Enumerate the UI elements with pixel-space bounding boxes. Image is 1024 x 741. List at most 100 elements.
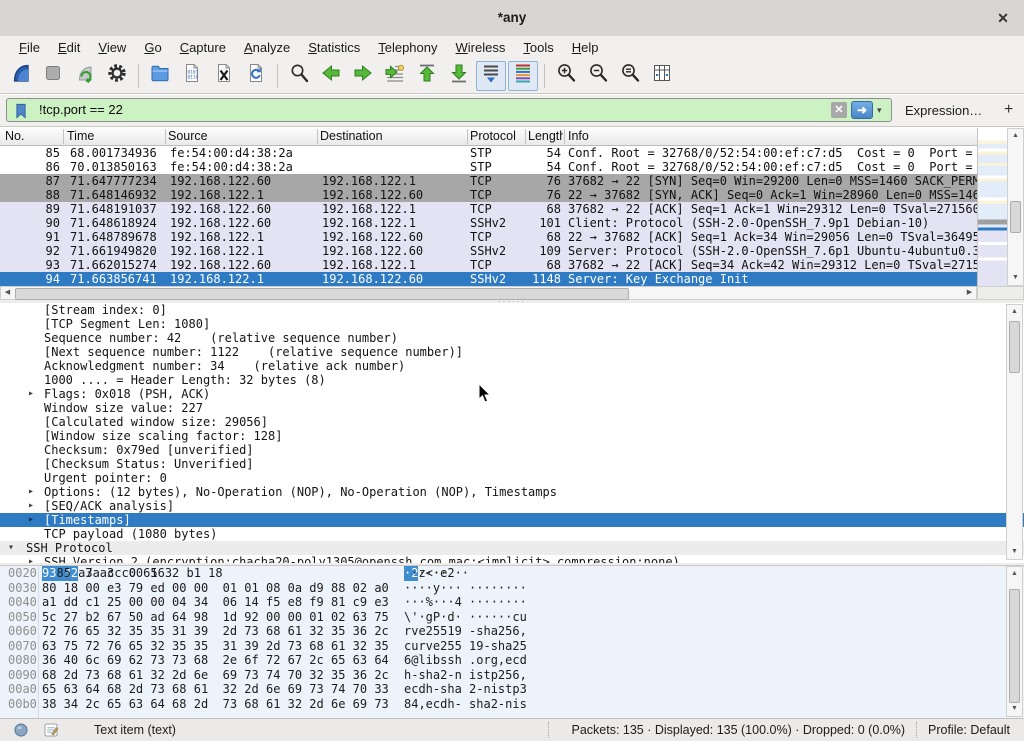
packet-list-hscrollbar[interactable]: ◀ ▶ (0, 286, 977, 300)
zoom-reset-button[interactable] (615, 61, 645, 91)
detail-line[interactable]: ▸[SEQ/ACK analysis] (0, 499, 1024, 513)
packet-row[interactable]: 8670.013850163fe:54:00:d4:38:2aSTP54Conf… (0, 160, 977, 174)
add-filter-button[interactable]: + (1004, 95, 1013, 125)
detail-line[interactable]: [Stream index: 0] (0, 303, 1024, 317)
scroll-right-arrow[interactable]: ▶ (963, 287, 976, 299)
expand-arrow-icon[interactable]: ▸ (28, 499, 34, 513)
column-header-source[interactable]: Source (168, 128, 313, 145)
menu-item-wireless[interactable]: Wireless (447, 38, 515, 57)
menu-item-help[interactable]: Help (563, 38, 608, 57)
hex-row[interactable]: 003080 18 00 e3 79 ed 00 00 01 01 08 0a … (0, 581, 1024, 596)
zoom-in-button[interactable] (551, 61, 581, 91)
column-header-time[interactable]: Time (67, 128, 162, 145)
menu-item-tools[interactable]: Tools (514, 38, 562, 57)
go-first-button[interactable] (412, 61, 442, 91)
detail-line[interactable]: ▸[Timestamps] (0, 513, 1024, 527)
menu-item-telephony[interactable]: Telephony (369, 38, 446, 57)
expression-button[interactable]: Expression… (905, 95, 982, 126)
colorize-button[interactable] (508, 61, 538, 91)
menu-item-edit[interactable]: Edit (49, 38, 89, 57)
column-header-length[interactable]: Length (528, 128, 563, 145)
packet-list-minimap[interactable] (977, 128, 1007, 286)
detail-line[interactable]: [Next sequence number: 1122 (relative se… (0, 345, 1024, 359)
packet-row[interactable]: 9371.662015274192.168.122.60192.168.122.… (0, 258, 977, 272)
column-header-no[interactable]: No. (5, 128, 60, 145)
scroll-left-arrow[interactable]: ◀ (1, 287, 14, 299)
column-header-destination[interactable]: Destination (320, 128, 465, 145)
hex-row[interactable]: 007063 75 72 76 65 32 35 35 31 39 2d 73 … (0, 639, 1024, 654)
packet-row[interactable]: 8568.001734936fe:54:00:d4:38:2aSTP54Conf… (0, 146, 977, 160)
hex-row[interactable]: 008036 40 6c 69 62 73 73 68 2e 6f 72 67 … (0, 653, 1024, 668)
save-file-button[interactable]: 01010110 (177, 61, 207, 91)
column-separator[interactable] (525, 129, 526, 144)
packet-row[interactable]: 9271.661949820192.168.122.1192.168.122.6… (0, 244, 977, 258)
go-forward-button[interactable] (348, 61, 378, 91)
scroll-up-arrow[interactable]: ▲ (1008, 130, 1023, 142)
scroll-down-arrow[interactable]: ▼ (1007, 546, 1022, 558)
packet-row[interactable]: 8871.648146932192.168.122.1192.168.122.6… (0, 188, 977, 202)
hex-row[interactable]: 0040a1 dd c1 25 00 00 04 34 06 14 f5 e8 … (0, 595, 1024, 610)
expand-arrow-icon[interactable]: ▸ (28, 387, 34, 401)
start-capture-button[interactable] (6, 61, 36, 91)
go-to-packet-button[interactable] (380, 61, 410, 91)
close-window-button[interactable]: ✕ (994, 9, 1012, 27)
expand-arrow-icon[interactable]: ▾ (8, 541, 14, 555)
menu-item-statistics[interactable]: Statistics (299, 38, 369, 57)
resize-columns-button[interactable] (647, 61, 677, 91)
packet-row[interactable]: 9171.648789678192.168.122.1192.168.122.6… (0, 230, 977, 244)
detail-line[interactable]: ▸Flags: 0x018 (PSH, ACK) (0, 387, 1024, 401)
status-profile[interactable]: Profile: Default (928, 719, 1010, 741)
scroll-up-arrow[interactable]: ▲ (1007, 306, 1022, 318)
packet-row[interactable]: 9471.663856741192.168.122.1192.168.122.6… (0, 272, 977, 286)
go-back-button[interactable] (316, 61, 346, 91)
capture-options-button[interactable] (102, 61, 132, 91)
open-file-button[interactable] (145, 61, 175, 91)
filter-expression-text[interactable]: !tcp.port == 22 (39, 99, 123, 121)
scrollbar-thumb[interactable] (1010, 201, 1021, 233)
detail-line[interactable]: Urgent pointer: 0 (0, 471, 1024, 485)
column-header-protocol[interactable]: Protocol (470, 128, 522, 145)
stop-capture-button[interactable] (38, 61, 68, 91)
scroll-up-arrow[interactable]: ▲ (1007, 568, 1022, 580)
restart-capture-button[interactable] (70, 61, 100, 91)
filter-dropdown-caret[interactable]: ▾ (877, 99, 882, 121)
detail-line[interactable]: 1000 .... = Header Length: 32 bytes (8) (0, 373, 1024, 387)
hex-row[interactable]: 00a065 63 64 68 2d 73 68 61 32 2d 6e 69 … (0, 682, 1024, 697)
hex-row[interactable]: 0020c0 a8 7a 3c 00 16 93 32 85 a3 ac c0 … (0, 566, 1024, 581)
expand-arrow-icon[interactable]: ▸ (28, 555, 34, 563)
detail-line[interactable]: Window size value: 227 (0, 401, 1024, 415)
scrollbar-thumb[interactable] (15, 288, 629, 300)
auto-scroll-button[interactable] (476, 61, 506, 91)
menu-item-capture[interactable]: Capture (171, 38, 235, 57)
column-separator[interactable] (564, 129, 565, 144)
detail-line[interactable]: Acknowledgment number: 34 (relative ack … (0, 359, 1024, 373)
scroll-down-arrow[interactable]: ▼ (1008, 272, 1023, 284)
menu-item-analyze[interactable]: Analyze (235, 38, 299, 57)
packet-row[interactable]: 8771.647777234192.168.122.60192.168.122.… (0, 174, 977, 188)
close-file-button[interactable] (209, 61, 239, 91)
column-separator[interactable] (467, 129, 468, 144)
expert-info-icon[interactable] (12, 721, 30, 741)
bytes-vscrollbar[interactable]: ▲ ▼ (1006, 566, 1023, 717)
packet-list-vscrollbar[interactable]: ▲ ▼ (1007, 128, 1024, 286)
detail-line[interactable]: [Window size scaling factor: 128] (0, 429, 1024, 443)
filter-clear-button[interactable]: ✕ (831, 102, 847, 118)
column-separator[interactable] (63, 129, 64, 144)
detail-line[interactable]: ▾SSH Protocol (0, 541, 1024, 555)
expand-arrow-icon[interactable]: ▸ (28, 513, 34, 527)
detail-line[interactable]: ▸Options: (12 bytes), No-Operation (NOP)… (0, 485, 1024, 499)
menu-item-go[interactable]: Go (135, 38, 170, 57)
detail-line[interactable]: [TCP Segment Len: 1080] (0, 317, 1024, 331)
hex-row[interactable]: 006072 76 65 32 35 35 31 39 2d 73 68 61 … (0, 624, 1024, 639)
detail-line[interactable]: [Checksum Status: Unverified] (0, 457, 1024, 471)
hex-row[interactable]: 00b038 34 2c 65 63 64 68 2d 73 68 61 32 … (0, 697, 1024, 712)
capture-comment-icon[interactable] (42, 721, 60, 741)
expand-arrow-icon[interactable]: ▸ (28, 485, 34, 499)
detail-line[interactable]: Sequence number: 42 (relative sequence n… (0, 331, 1024, 345)
go-last-button[interactable] (444, 61, 474, 91)
zoom-out-button[interactable] (583, 61, 613, 91)
reload-file-button[interactable] (241, 61, 271, 91)
menu-item-file[interactable]: File (10, 38, 49, 57)
packet-row[interactable]: 8971.648191037192.168.122.60192.168.122.… (0, 202, 977, 216)
find-packet-button[interactable] (284, 61, 314, 91)
